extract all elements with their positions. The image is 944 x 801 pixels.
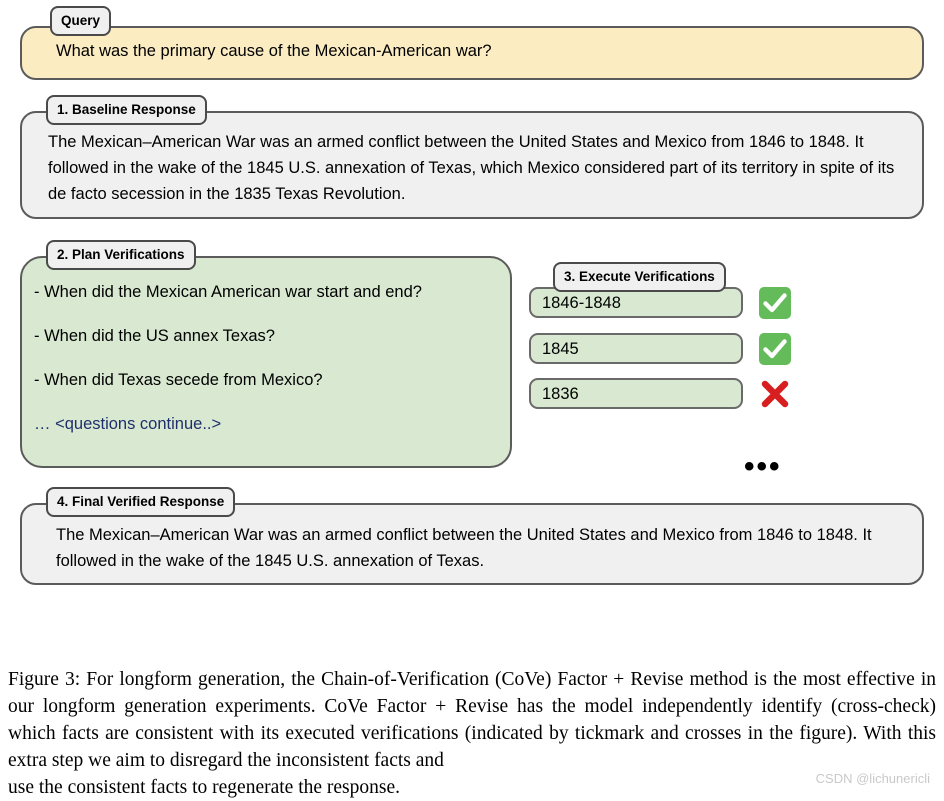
red-cross-icon (758, 377, 792, 411)
plan-question: - When did the US annex Texas? (34, 327, 275, 345)
answer-value: 1845 (542, 339, 579, 358)
execute-verification-answer-row: 1846-1848 (529, 287, 743, 318)
plan-question: - When did Texas secede from Mexico? (34, 371, 323, 389)
plan-question: - When did the Mexican American war star… (34, 283, 422, 301)
figure-caption-body: Figure 3: For longform generation, the C… (8, 669, 936, 771)
answer-value: 1836 (542, 384, 579, 403)
answer-value: 1846-1848 (542, 293, 621, 312)
plan-questions-continuation: … <questions continue..> (34, 415, 222, 433)
watermark: CSDN @lichunericli (815, 771, 930, 786)
figure-caption-last-line: use the consistent facts to regenerate t… (8, 777, 401, 798)
execute-verification-answer-row: 1836 (529, 378, 743, 409)
baseline-response-text: The Mexican–American War was an armed co… (48, 133, 895, 203)
plan-verifications-question-list: - When did the Mexican American war star… (34, 282, 504, 434)
query-text: What was the primary cause of the Mexica… (56, 42, 492, 60)
green-check-icon (758, 332, 792, 366)
figure-caption: Figure 3: For longform generation, the C… (8, 666, 936, 801)
plan-verifications-tab-label: 2. Plan Verifications (46, 240, 196, 270)
execute-verifications-tab-label: 3. Execute Verifications (553, 262, 726, 292)
green-check-icon (758, 286, 792, 320)
execute-verifications-ellipsis: ••• (744, 450, 782, 483)
execute-verification-answer-row: 1845 (529, 333, 743, 364)
final-verified-response-text: The Mexican–American War was an armed co… (56, 526, 872, 570)
final-verified-response-tab-label: 4. Final Verified Response (46, 487, 236, 517)
baseline-response-tab-label: 1. Baseline Response (46, 95, 207, 125)
query-tab-label: Query (50, 6, 112, 36)
